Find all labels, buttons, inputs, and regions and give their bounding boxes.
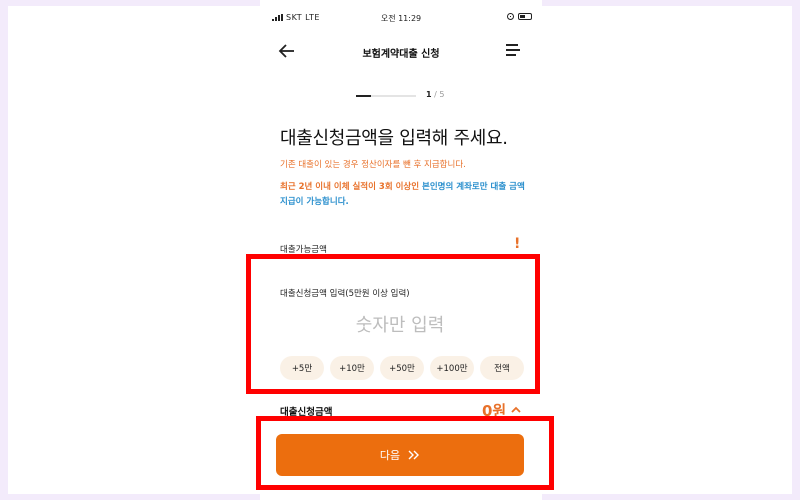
amount-input[interactable] — [300, 310, 500, 340]
interest-notice: 기존 대출이 있는 경우 정산이자를 뺀 후 지급합니다. — [280, 160, 466, 170]
step-total: / 5 — [434, 90, 445, 99]
hamburger-menu-icon[interactable] — [506, 44, 522, 58]
chevron-up-icon[interactable] — [510, 404, 522, 416]
next-button[interactable]: 다음 — [276, 434, 524, 476]
total-amount-value: 0원 — [482, 402, 507, 420]
amount-input-label: 대출신청금액 입력(5만원 이상 입력) — [280, 289, 410, 299]
account-warning: 최근 2년 이내 이체 실적이 3회 이상인 본인명의 계좌로만 대출 금액 지… — [280, 180, 530, 210]
rotation-lock-icon — [507, 13, 514, 20]
mobile-screen: SKT LTE 오전 11:29 보험계약대출 신청 1 / 5 대출신청금액을… — [260, 0, 542, 500]
clock: 오전 11:29 — [380, 14, 422, 23]
quick-amount-chips: +5만 +10만 +50만 +100만 전액 — [280, 356, 524, 380]
step-progress-fill — [356, 95, 371, 97]
step-current: 1 — [426, 90, 432, 99]
battery-icon — [518, 13, 532, 20]
alert-icon: ! — [514, 236, 521, 252]
warning-orange-text: 최근 2년 이내 이체 실적이 3회 이상인 — [280, 182, 420, 192]
status-bar: SKT LTE 오전 11:29 — [260, 12, 542, 28]
chip-plus-50[interactable]: +50만 — [380, 356, 424, 380]
chip-plus-100[interactable]: +100만 — [430, 356, 474, 380]
status-icons — [507, 13, 532, 20]
step-indicator: 1 / 5 — [426, 90, 444, 99]
total-amount-label: 대출신청금액 — [280, 407, 333, 418]
next-button-label: 다음 — [379, 449, 401, 462]
step-progress-bar — [356, 95, 416, 97]
chip-plus-10[interactable]: +10만 — [330, 356, 374, 380]
chip-plus-5[interactable]: +5만 — [280, 356, 324, 380]
page-title: 보험계약대출 신청 — [362, 49, 440, 60]
double-chevron-right-icon — [408, 450, 420, 460]
chip-full-amount[interactable]: 전액 — [480, 356, 524, 380]
available-amount-label: 대출가능금액 — [280, 245, 327, 255]
headline: 대출신청금액을 입력해 주세요. — [280, 128, 508, 149]
